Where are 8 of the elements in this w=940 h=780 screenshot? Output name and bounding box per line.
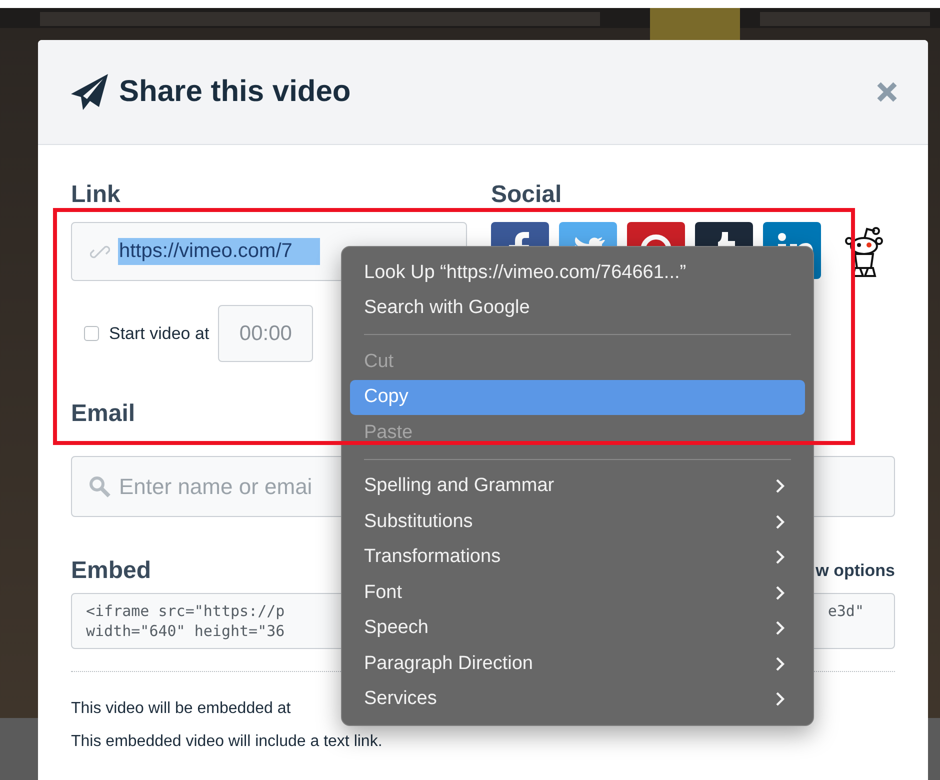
section-heading: Social xyxy=(491,181,562,209)
section-heading: Link xyxy=(71,181,120,209)
dialog-title: Share this video xyxy=(119,75,352,109)
section-heading: Embed xyxy=(71,557,152,585)
note-text: This video will be embedded at xyxy=(71,699,291,719)
note-text: This embedded video will include a text link. xyxy=(71,732,382,752)
section-heading: Email xyxy=(71,400,136,428)
checkbox-label: Start video at xyxy=(109,324,210,344)
